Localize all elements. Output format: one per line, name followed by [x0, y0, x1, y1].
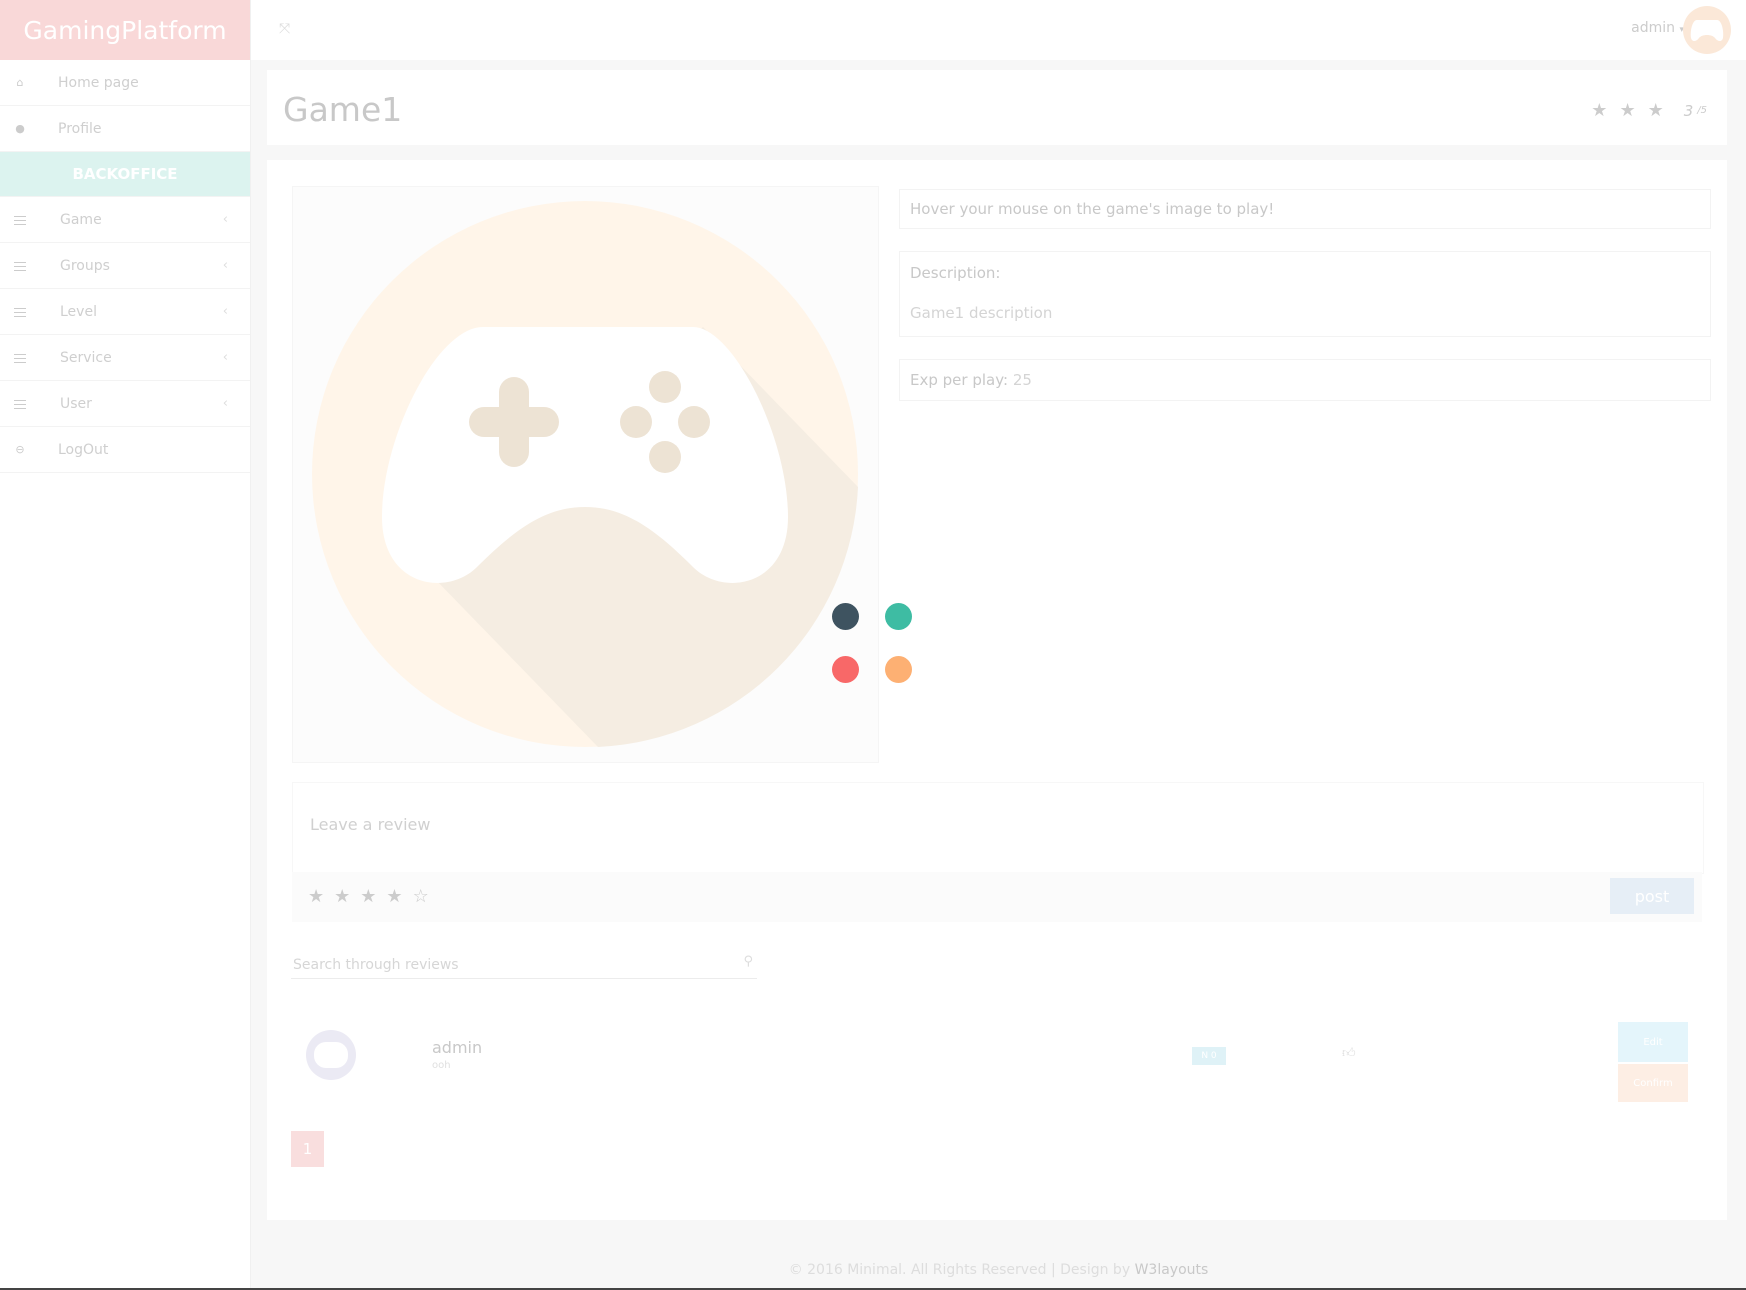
sidebar-section-backoffice: BACKOFFICE [0, 152, 250, 197]
sidebar-item-label: Game [60, 211, 102, 228]
user-menu-label: admin [1631, 20, 1676, 36]
sidebar-item-label: Service [60, 349, 112, 366]
sliders-icon [14, 307, 26, 317]
review-placeholder: Leave a review [310, 815, 431, 834]
edit-button[interactable]: Edit [1618, 1022, 1688, 1062]
footer-link[interactable]: W3layouts [1135, 1262, 1209, 1278]
sliders-icon [14, 399, 26, 409]
sidebar-item-groups[interactable]: Groups ‹ [0, 243, 250, 289]
review-star-rating[interactable]: ★★★★☆ [308, 886, 439, 907]
star-filled-icon[interactable]: ★ [308, 886, 334, 907]
star-filled-icon: ★ [1647, 100, 1664, 121]
sliders-icon [14, 353, 26, 363]
sidebar: GamingPlatform ⌂ Home page ● Profile BAC… [0, 0, 251, 1290]
sidebar-item-level[interactable]: Level ‹ [0, 289, 250, 335]
loader-dot [832, 656, 859, 683]
loader-dot [832, 603, 859, 630]
description-label: Description: [910, 264, 1001, 282]
sidebar-item-home[interactable]: ⌂ Home page [0, 60, 250, 106]
review-form-footer: ★★★★☆ post [292, 872, 1702, 922]
avatar[interactable] [1683, 6, 1731, 54]
brand-logo[interactable]: GamingPlatform [0, 0, 250, 60]
footer: © 2016 Minimal. All Rights Reserved | De… [251, 1250, 1746, 1290]
game-detail-panel: Hover your mouse on the game's image to … [267, 160, 1727, 1220]
gamepad-illustration [312, 201, 858, 747]
description-box: Description: Game1 description [899, 251, 1711, 337]
exp-label: Exp per play: [910, 371, 1009, 389]
chevron-left-icon: ‹ [222, 304, 228, 319]
sidebar-item-label: LogOut [58, 441, 109, 458]
review-textarea[interactable]: Leave a review [292, 782, 1704, 874]
chevron-left-icon: ‹ [222, 350, 228, 365]
review-like-count-badge: N 0 [1192, 1047, 1226, 1065]
app-root: GamingPlatform ⌂ Home page ● Profile BAC… [0, 0, 1746, 1290]
sidebar-item-service[interactable]: Service ‹ [0, 335, 250, 381]
hover-instruction: Hover your mouse on the game's image to … [899, 189, 1711, 229]
topbar: ⤧ admin ▾ [251, 0, 1746, 60]
loader-dot [885, 603, 912, 630]
rating-score: 3 [1683, 101, 1694, 120]
sidebar-item-profile[interactable]: ● Profile [0, 106, 250, 152]
exp-box: Exp per play: 25 [899, 359, 1711, 401]
sidebar-item-label: Profile [58, 120, 102, 137]
sidebar-item-logout[interactable]: ⊖ LogOut [0, 427, 250, 473]
sidebar-item-label: Groups [60, 257, 110, 274]
footer-text: © 2016 Minimal. All Rights Reserved | De… [788, 1262, 1135, 1278]
avatar [306, 1030, 356, 1080]
loading-spinner [832, 603, 922, 693]
sidebar-item-game[interactable]: Game ‹ [0, 197, 250, 243]
star-empty-icon[interactable]: ☆ [413, 886, 439, 907]
search-input[interactable] [291, 956, 715, 974]
rating-out-of: /5 [1697, 105, 1707, 116]
sidebar-item-label: Level [60, 303, 97, 320]
review-author: admin [432, 1038, 483, 1057]
star-filled-icon: ★ [1619, 100, 1636, 121]
description-text: Game1 description [910, 304, 1053, 322]
user-menu-toggle[interactable]: admin ▾ [1631, 20, 1684, 36]
loader-dot [885, 656, 912, 683]
fullscreen-icon[interactable]: ⤧ [279, 22, 291, 36]
review-text: ooh [432, 1060, 451, 1071]
exp-value: 25 [1012, 371, 1032, 389]
post-button[interactable]: post [1610, 878, 1694, 914]
search-icon[interactable]: ⚲ [743, 954, 753, 969]
sidebar-item-label: Home page [58, 74, 139, 91]
page-title: Game1 [283, 90, 403, 129]
sidebar-item-user[interactable]: User ‹ [0, 381, 250, 427]
star-filled-icon[interactable]: ★ [386, 886, 412, 907]
logout-icon: ⊖ [15, 442, 25, 456]
game-rating: ★ ★ ★ 3 /5 [1591, 100, 1707, 121]
star-filled-icon[interactable]: ★ [360, 886, 386, 907]
sliders-icon [14, 215, 26, 225]
confirm-button[interactable]: Confirm [1618, 1064, 1688, 1102]
review-search: ⚲ [291, 948, 757, 979]
gamepad-icon [1690, 20, 1724, 41]
chevron-left-icon: ‹ [222, 258, 228, 273]
star-filled-icon[interactable]: ★ [334, 886, 360, 907]
game-title-panel: Game1 ★ ★ ★ 3 /5 [267, 70, 1727, 145]
thumbs-up-icon[interactable]: 👍︎ [1342, 1046, 1356, 1061]
chevron-left-icon: ‹ [222, 212, 228, 227]
home-icon: ⌂ [16, 75, 24, 89]
chevron-left-icon: ‹ [222, 396, 228, 411]
review-row: admin ooh N 0 👍︎ Edit Confirm [292, 1010, 1702, 1102]
sliders-icon [14, 261, 26, 271]
user-icon: ● [15, 121, 25, 135]
star-filled-icon: ★ [1591, 100, 1608, 121]
game-image[interactable] [292, 186, 879, 763]
pagination-page-1[interactable]: 1 [291, 1131, 324, 1167]
sidebar-item-label: User [60, 395, 92, 412]
